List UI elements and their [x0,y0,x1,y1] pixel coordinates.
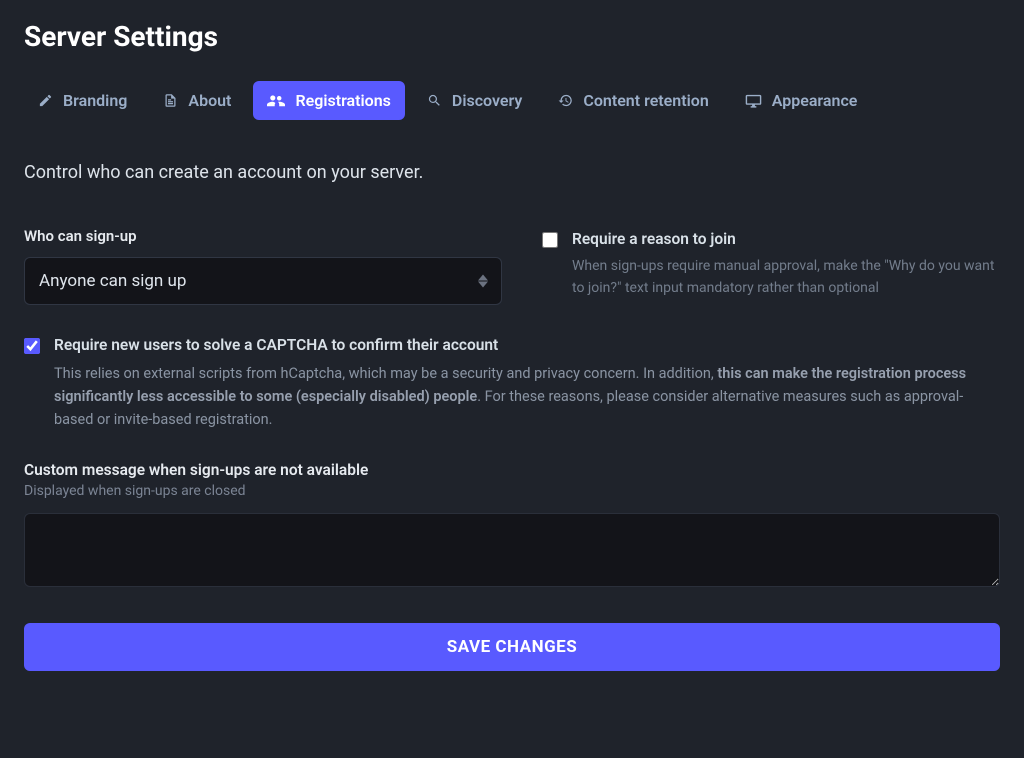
save-changes-button[interactable]: SAVE CHANGES [24,623,1000,671]
signup-mode-label: Who can sign-up [24,227,502,245]
closed-message-hint: Displayed when sign-ups are closed [24,483,1000,499]
users-icon [267,93,285,108]
require-captcha-label: Require new users to solve a CAPTCHA to … [54,335,1000,356]
tab-discovery[interactable]: Discovery [413,81,536,120]
require-reason-hint: When sign-ups require manual approval, m… [572,256,1000,299]
require-captcha-hint: This relies on external scripts from hCa… [54,362,1000,432]
page-title: Server Settings [24,20,1000,53]
pencil-icon [38,93,53,108]
tab-label: Registrations [295,91,390,110]
require-reason-label: Require a reason to join [572,229,1000,250]
history-icon [558,93,573,108]
tab-label: Content retention [583,91,708,110]
search-icon [427,93,442,108]
desktop-icon [745,93,762,108]
tab-registrations[interactable]: Registrations [253,81,404,120]
tab-label: Appearance [772,91,858,110]
tab-branding[interactable]: Branding [24,81,141,120]
tab-about[interactable]: About [149,81,245,120]
tab-label: Branding [63,91,127,110]
require-captcha-checkbox[interactable] [24,338,40,354]
section-description: Control who can create an account on you… [24,162,1000,183]
tab-label: About [188,91,231,110]
closed-message-label: Custom message when sign-ups are not ava… [24,461,1000,479]
file-text-icon [163,93,178,108]
tabs-bar: Branding About Registrations Discovery C… [24,81,1000,120]
tab-appearance[interactable]: Appearance [731,81,872,120]
closed-message-textarea[interactable] [24,513,1000,587]
tab-content-retention[interactable]: Content retention [544,81,722,120]
signup-mode-select[interactable]: Anyone can sign up [24,257,502,305]
require-reason-checkbox[interactable] [542,232,558,248]
tab-label: Discovery [452,91,522,110]
signup-mode-select-wrap: Anyone can sign up [24,257,502,305]
